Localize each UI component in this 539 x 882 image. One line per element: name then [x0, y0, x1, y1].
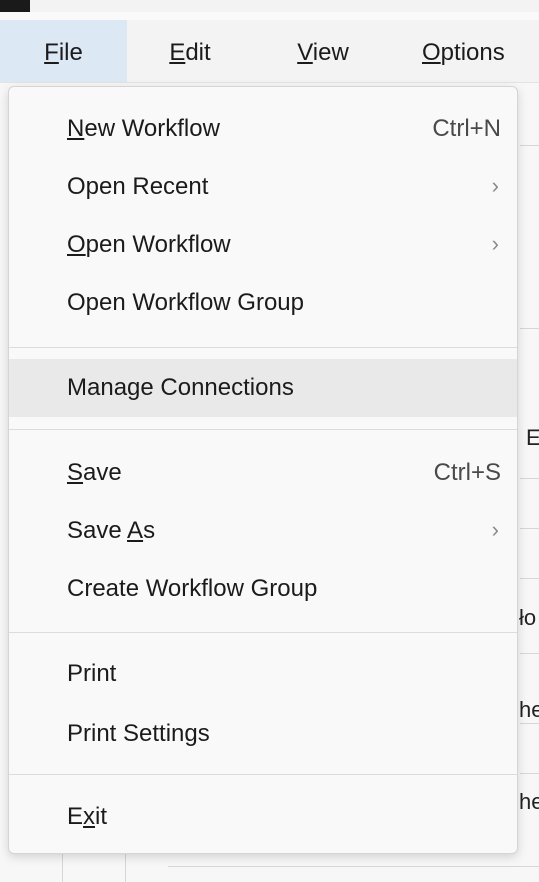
title-strip: [0, 12, 539, 20]
menu-edit-label-rest: dit: [185, 39, 211, 66]
menu-file[interactable]: File: [0, 20, 127, 82]
menu-item-create-workflow-group[interactable]: Create Workflow Group: [9, 560, 517, 618]
menu-item-open-workflow-group[interactable]: Open Workflow Group: [9, 274, 517, 332]
menu-item-label: Open Recent: [67, 173, 209, 200]
shortcut-label: Ctrl+S: [433, 459, 501, 486]
bg-divider: [520, 578, 539, 579]
menu-edit[interactable]: Edit: [150, 20, 230, 82]
bg-text-fragment: ło: [519, 605, 537, 630]
menu-view-label-rest: iew: [312, 39, 349, 66]
shortcut-label: Ctrl+N: [432, 115, 501, 142]
bg-text-fragment: he: [519, 789, 539, 814]
bg-divider: [520, 773, 539, 774]
menu-separator: [9, 429, 517, 430]
file-menu-dropdown: New Workflow Ctrl+N Open Recent › Open W…: [8, 86, 518, 854]
menu-options[interactable]: Options: [422, 20, 539, 82]
bg-text-fragment: E: [526, 425, 539, 450]
menu-item-open-workflow[interactable]: Open Workflow ›: [9, 216, 517, 274]
menu-separator: [9, 347, 517, 348]
menu-item-label: Save As: [67, 517, 156, 544]
chevron-right-icon: ›: [491, 231, 499, 256]
menu-options-label-rest: ptions: [440, 39, 505, 66]
bg-divider: [168, 866, 539, 867]
bg-divider: [520, 478, 539, 479]
menu-item-label: Create Workflow Group: [67, 575, 318, 602]
chevron-right-icon: ›: [491, 517, 499, 542]
menu-item-label: Manage Connections: [67, 374, 294, 401]
menu-item-exit[interactable]: Exit: [9, 788, 517, 846]
menu-view[interactable]: View: [278, 20, 368, 82]
bg-divider: [520, 528, 539, 529]
menu-item-print-settings[interactable]: Print Settings: [9, 705, 517, 763]
menu-options-mnemonic: O: [422, 39, 441, 66]
menu-item-label: Print Settings: [67, 720, 210, 747]
menu-item-label: Exit: [67, 803, 108, 830]
window-corner-mark: [0, 0, 30, 12]
menu-edit-mnemonic: E: [169, 39, 186, 66]
bg-divider: [520, 328, 539, 329]
menu-file-label-rest: ile: [58, 39, 83, 66]
menu-bar: File Edit View Options: [0, 20, 539, 83]
menu-separator: [9, 774, 517, 775]
bg-divider: [520, 723, 539, 724]
chevron-right-icon: ›: [491, 173, 499, 198]
bg-divider: [520, 653, 539, 654]
menu-item-manage-connections[interactable]: Manage Connections: [9, 359, 517, 417]
menu-item-print[interactable]: Print: [9, 645, 517, 703]
menu-item-label: Open Workflow Group: [67, 289, 304, 316]
menu-item-label: Print: [67, 660, 117, 687]
menu-item-open-recent[interactable]: Open Recent ›: [9, 158, 517, 216]
menu-file-mnemonic: F: [44, 39, 59, 66]
menu-item-label: Open Workflow: [67, 231, 231, 258]
menu-item-label: Save: [67, 459, 122, 486]
menu-item-label: New Workflow: [67, 115, 220, 142]
menu-item-new-workflow[interactable]: New Workflow Ctrl+N: [9, 100, 517, 158]
bg-divider: [520, 145, 539, 146]
menu-item-save[interactable]: Save Ctrl+S: [9, 444, 517, 502]
bg-text-fragment: he: [519, 697, 539, 722]
menu-separator: [9, 632, 517, 633]
menu-view-mnemonic: V: [297, 39, 313, 66]
menu-item-save-as[interactable]: Save As ›: [9, 502, 517, 560]
